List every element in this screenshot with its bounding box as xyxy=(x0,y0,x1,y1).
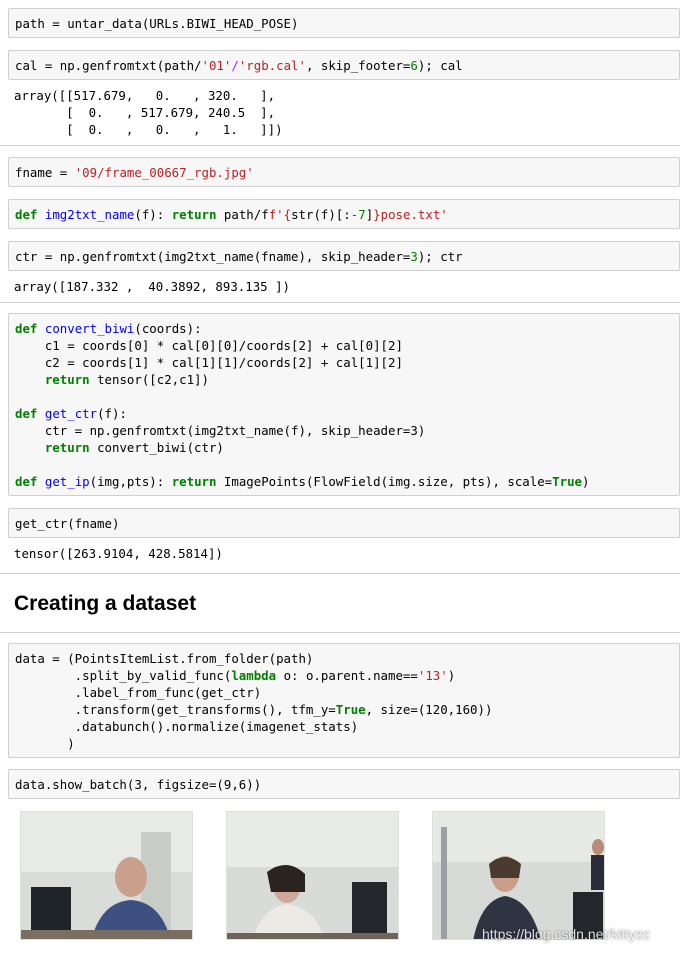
cell-output-calibration: array([[517.679, 0. , 320. ], [ 0. , 517… xyxy=(14,88,283,137)
code-text: tensor([c2,c1]) xyxy=(89,372,209,387)
code-keyword: lambda xyxy=(231,668,277,683)
code-keyword: True xyxy=(552,474,582,489)
cell-output-ctr: array([187.332 , 40.3892, 893.135 ]) xyxy=(14,279,291,294)
code-cell-ctr[interactable]: ctr = np.genfromtxt(img2txt_name(fname),… xyxy=(8,241,680,271)
section-heading: Creating a dataset xyxy=(14,592,197,615)
code-line: ) xyxy=(15,736,75,751)
batch-image-3 xyxy=(432,811,605,940)
code-line: data = (PointsItemList.from_folder(path) xyxy=(15,651,314,666)
code-text: , size=(120,160)) xyxy=(365,702,493,717)
code-line: .label_from_func(get_ctr) xyxy=(15,685,262,700)
code-text: fname = xyxy=(15,165,75,180)
code-line: data.show_batch(3, figsize=(9,6)) xyxy=(15,777,262,792)
section-divider xyxy=(0,632,680,633)
code-cell-fname[interactable]: fname = '09/frame_00667_rgb.jpg' xyxy=(8,157,680,187)
code-string: }pose.txt' xyxy=(373,207,448,222)
code-keyword: def xyxy=(15,321,38,336)
batch-image-1 xyxy=(20,811,193,940)
code-keyword: return xyxy=(15,372,90,387)
code-text: ); cal xyxy=(417,58,463,73)
code-text: (img,pts): xyxy=(89,474,172,489)
output-divider xyxy=(0,145,680,146)
code-text: o: o.parent.name== xyxy=(276,668,418,683)
code-cell-get-ctr[interactable]: get_ctr(fname) xyxy=(8,508,680,538)
code-text: ImagePoints(FlowField(img.size, pts), sc… xyxy=(216,474,553,489)
code-cell-data[interactable]: data = (PointsItemList.from_folder(path)… xyxy=(8,643,680,758)
output-divider xyxy=(0,302,680,303)
code-cell-calibration[interactable]: cal = np.genfromtxt(path/'01'/'rgb.cal',… xyxy=(8,50,680,80)
watermark: https://blog.csdn.net/kittyzc xyxy=(482,926,651,942)
code-number: -7 xyxy=(350,207,366,222)
code-line: path = untar_data(URLs.BIWI_HEAD_POSE) xyxy=(15,16,299,31)
code-text: .transform(get_transforms(), tfm_y= xyxy=(15,702,336,717)
code-text: , skip_footer= xyxy=(305,58,411,73)
code-line: c2 = coords[1] * cal[1][1]/coords[2] + c… xyxy=(15,355,403,370)
code-function-name: img2txt_name xyxy=(44,207,135,222)
code-text: convert_biwi(ctr) xyxy=(89,440,224,455)
code-cell-untar[interactable]: path = untar_data(URLs.BIWI_HEAD_POSE) xyxy=(8,8,680,38)
code-function-name: convert_biwi xyxy=(44,321,135,336)
code-string: '13' xyxy=(417,668,448,683)
code-string: f'{ xyxy=(268,207,292,222)
code-cell-show-batch[interactable]: data.show_batch(3, figsize=(9,6)) xyxy=(8,769,680,799)
code-function-name: get_ip xyxy=(44,474,90,489)
code-function-name: get_ctr xyxy=(44,406,98,421)
code-string: '01' xyxy=(201,58,232,73)
code-keyword: def xyxy=(15,207,38,222)
code-cell-img2txt[interactable]: def img2txt_name(f): return path/ff'{str… xyxy=(8,199,680,229)
code-text: cal = np.genfromtxt(path/ xyxy=(15,58,202,73)
code-text: ); ctr xyxy=(417,249,463,264)
code-text: (f): xyxy=(134,207,172,222)
code-string: 'rgb.cal' xyxy=(238,58,306,73)
code-operator: / xyxy=(231,58,239,73)
code-text: str(f)[: xyxy=(291,207,351,222)
code-number: 3 xyxy=(410,249,418,264)
code-keyword: return xyxy=(171,474,217,489)
code-number: 6 xyxy=(410,58,418,73)
code-text: ) xyxy=(582,474,590,489)
code-text: path/f xyxy=(216,207,269,222)
code-line: .databunch().normalize(imagenet_stats) xyxy=(15,719,359,734)
batch-image-2 xyxy=(226,811,399,940)
code-text: ) xyxy=(447,668,456,683)
code-line: ctr = np.genfromtxt(img2txt_name(f), ski… xyxy=(15,423,426,438)
code-keyword: return xyxy=(171,207,217,222)
code-cell-functions[interactable]: def convert_biwi(coords): c1 = coords[0]… xyxy=(8,313,680,496)
code-keyword: def xyxy=(15,406,38,421)
code-line: get_ctr(fname) xyxy=(15,516,120,531)
code-text: (coords): xyxy=(134,321,202,336)
code-text: (f): xyxy=(97,406,127,421)
code-line: c1 = coords[0] * cal[0][0]/coords[2] + c… xyxy=(15,338,403,353)
code-keyword: def xyxy=(15,474,38,489)
output-divider xyxy=(0,573,680,574)
code-text: .split_by_valid_func( xyxy=(15,668,232,683)
code-string: '09/frame_00667_rgb.jpg' xyxy=(74,165,254,180)
code-keyword: True xyxy=(335,702,366,717)
cell-output-tensor: tensor([263.9104, 428.5814]) xyxy=(14,546,223,561)
code-keyword: return xyxy=(15,440,90,455)
code-text: ctr = np.genfromtxt(img2txt_name(fname),… xyxy=(15,249,411,264)
